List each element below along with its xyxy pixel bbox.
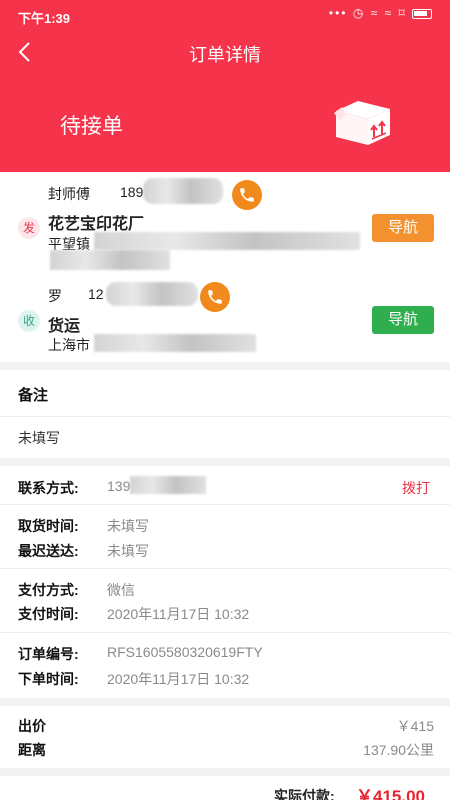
distance-value: 137.90公里 xyxy=(363,742,434,758)
status-bar: 下午1:39 ••• ◷ ≈ ≈ ⌑ xyxy=(0,0,450,30)
total-value: ￥415.00 xyxy=(356,787,425,800)
total-label: 实际付款: xyxy=(274,788,335,800)
sender-company: 花艺宝印花厂 xyxy=(48,216,145,233)
battery-icon xyxy=(412,8,432,19)
section-divider xyxy=(0,362,450,370)
contact-value: 139 xyxy=(107,478,131,494)
row-divider xyxy=(0,504,450,505)
pickup-label: 取货时间: xyxy=(18,518,79,534)
payment-method-label: 支付方式: xyxy=(18,582,79,598)
price-label: 出价 xyxy=(18,718,46,734)
receiver-phone-redaction xyxy=(106,282,198,306)
deadline-value: 未填写 xyxy=(107,543,149,559)
sender-navigate-button[interactable]: 导航 xyxy=(372,214,434,242)
receiver-contact-phone: 12 xyxy=(88,286,104,302)
address-card: 封师傅 189 发 花艺宝印花厂 平望镇 导航 罗 12 收 货运 上海市 导航 xyxy=(0,172,450,362)
section-divider xyxy=(0,768,450,776)
order-time-label: 下单时间: xyxy=(18,671,79,687)
payment-time-value: 2020年11月17日 10:32 xyxy=(107,606,250,622)
section-divider xyxy=(0,698,450,706)
pickup-value: 未填写 xyxy=(107,518,149,534)
receiver-address: 上海市 xyxy=(48,337,90,353)
row-divider xyxy=(0,632,450,633)
price-value: ￥415 xyxy=(396,718,434,734)
receiver-company: 货运 xyxy=(48,318,81,335)
sender-phone-redaction xyxy=(143,178,223,204)
row-divider xyxy=(0,416,450,417)
sender-address-redaction-2 xyxy=(50,250,170,270)
payment-method-value: 微信 xyxy=(107,582,135,598)
receiver-call-button[interactable] xyxy=(200,282,230,312)
status-time: 下午1:39 xyxy=(18,11,71,26)
page-title: 订单详情 xyxy=(189,45,261,65)
remarks-value: 未填写 xyxy=(18,430,60,446)
status-icons-text: ••• ◷ ≈ ≈ ⌑ xyxy=(328,6,407,20)
order-number-value: RFS1605580320619FTY xyxy=(107,644,263,660)
receiver-badge: 收 xyxy=(18,310,40,332)
order-number-label: 订单编号: xyxy=(18,646,79,662)
remarks-label: 备注 xyxy=(18,387,49,404)
package-icon xyxy=(332,97,394,147)
deadline-label: 最迟送达: xyxy=(18,543,79,559)
receiver-address-redaction xyxy=(94,334,256,352)
status-icons: ••• ◷ ≈ ≈ ⌑ xyxy=(329,6,432,20)
distance-label: 距离 xyxy=(18,742,46,758)
sender-badge: 发 xyxy=(18,217,40,239)
section-divider xyxy=(0,458,450,466)
contact-redaction xyxy=(130,476,206,494)
order-status: 待接单 xyxy=(60,115,123,138)
receiver-navigate-button[interactable]: 导航 xyxy=(372,306,434,334)
order-time-value: 2020年11月17日 10:32 xyxy=(107,671,250,687)
sender-contact-phone: 189 xyxy=(120,184,144,200)
sender-address-redaction xyxy=(94,232,360,250)
receiver-contact-name: 罗 xyxy=(48,288,62,304)
row-divider xyxy=(0,568,450,569)
sender-call-button[interactable] xyxy=(232,180,262,210)
contact-label: 联系方式: xyxy=(18,480,79,496)
sender-contact-name: 封师傅 xyxy=(48,186,90,202)
dial-button[interactable]: 拨打 xyxy=(402,478,430,498)
header: 下午1:39 ••• ◷ ≈ ≈ ⌑ 订单详情 待接单 xyxy=(0,0,450,172)
payment-time-label: 支付时间: xyxy=(18,606,79,622)
